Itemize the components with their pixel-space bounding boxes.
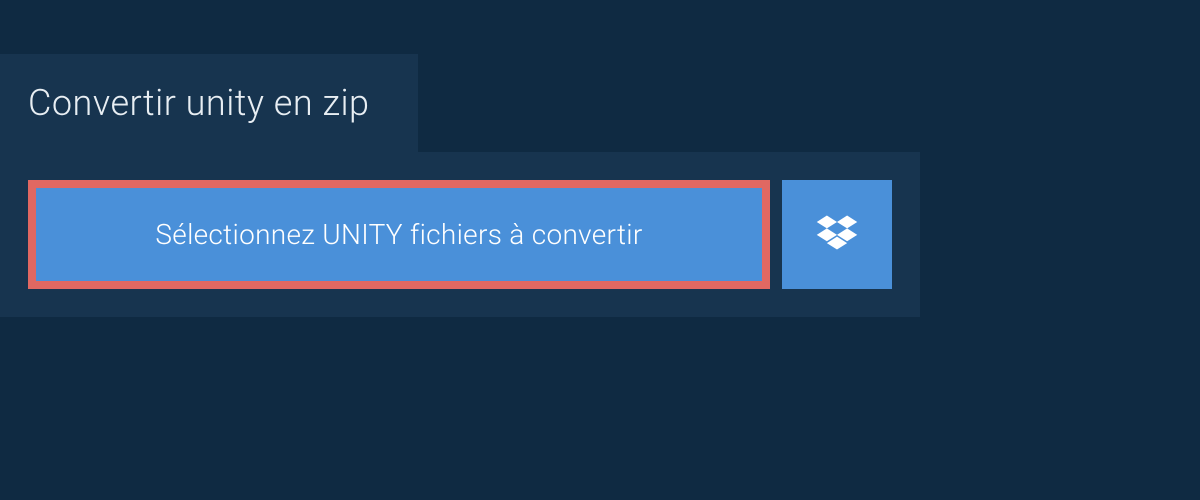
- page-title: Convertir unity en zip: [28, 82, 370, 124]
- dropbox-button[interactable]: [782, 180, 892, 289]
- header-section: Convertir unity en zip: [0, 54, 418, 152]
- dropbox-icon: [814, 210, 860, 259]
- upload-section: Sélectionnez UNITY fichiers à convertir: [0, 152, 920, 317]
- select-files-button[interactable]: Sélectionnez UNITY fichiers à convertir: [28, 180, 770, 289]
